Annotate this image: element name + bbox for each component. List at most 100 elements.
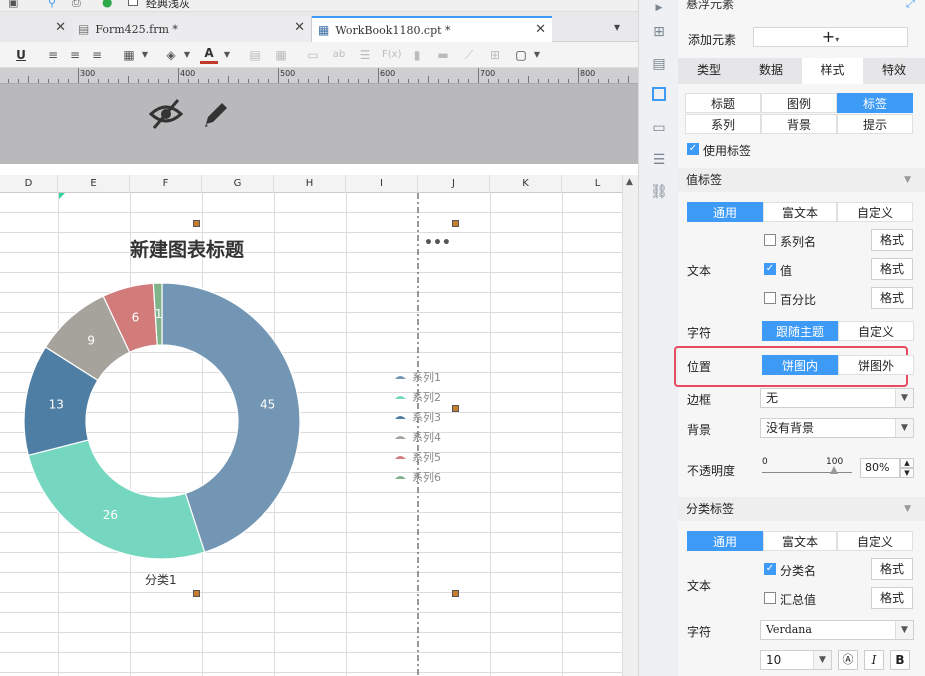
slash-icon[interactable]: ⟋ (460, 46, 478, 64)
opacity-slider-thumb[interactable] (830, 466, 838, 474)
legend-label[interactable]: 系列5 (412, 450, 441, 464)
tab-style[interactable]: 样式 (802, 58, 863, 84)
chevron-down-icon[interactable]: ▼ (528, 46, 546, 64)
resize-handle[interactable] (452, 590, 459, 597)
chevron-down-icon[interactable]: ▼ (813, 651, 831, 669)
value-checkbox[interactable]: ✓ (764, 263, 776, 275)
chevron-down-icon[interactable]: ▼ (136, 46, 154, 64)
format-button[interactable]: 格式 (871, 229, 913, 251)
vertical-scrollbar[interactable]: ▲ (622, 175, 638, 676)
decrement-icon[interactable]: ▼ (900, 468, 914, 478)
tab-type[interactable]: 类型 (678, 58, 740, 84)
column-header-d[interactable]: D (0, 175, 58, 193)
font-size-select[interactable]: 10 ▼ (760, 650, 832, 670)
add-element-button[interactable]: +▾ (753, 27, 908, 47)
tab-data[interactable]: 数据 (740, 58, 802, 84)
legend-label[interactable]: 系列4 (412, 430, 441, 444)
resize-arrow-icon[interactable]: ⤢ (906, 0, 915, 11)
legend-label[interactable]: 系列2 (412, 390, 441, 404)
close-icon[interactable]: ✕ (294, 20, 305, 35)
list-icon[interactable]: ☰ (356, 46, 374, 64)
tab-previous[interactable]: ✕ (0, 16, 72, 42)
column-header-j[interactable]: J (418, 175, 490, 193)
chevron-down-icon[interactable]: ▼ (895, 419, 913, 437)
value-label-section[interactable]: 值标签 ▼ (678, 168, 925, 192)
widget-icon[interactable]: ▭ (650, 120, 668, 136)
subtab-title[interactable]: 标题 (685, 93, 761, 113)
value-mode-richtext[interactable]: 富文本 (763, 202, 837, 222)
pencil-icon[interactable] (200, 98, 232, 130)
sheet-grid[interactable]: 45 26 13 9 6 1 系列1 系列2 系列3 系列4 系列5 系列6 新建图表标题 分类1 … (0, 193, 622, 676)
tab-workbook1180[interactable]: ▦ WorkBook1180.cpt * ✕ (312, 16, 552, 42)
bold-button[interactable]: B (890, 650, 910, 670)
chevron-down-icon[interactable]: ▼ (895, 389, 913, 407)
scroll-up-icon[interactable]: ▲ (626, 177, 633, 187)
chevron-down-icon[interactable]: ▼ (218, 46, 236, 64)
image-icon[interactable]: ▬ (434, 46, 452, 64)
chart-icon[interactable]: ▮ (408, 46, 426, 64)
merge-icon[interactable]: ▤ (246, 46, 264, 64)
subtab-label[interactable]: 标签 (837, 93, 913, 113)
expand-icon[interactable]: ▶ (650, 0, 668, 16)
sum-value-checkbox[interactable] (764, 592, 776, 604)
category-mode-custom[interactable]: 自定义 (837, 531, 913, 551)
resize-handle[interactable] (452, 405, 459, 412)
column-header-i[interactable]: I (346, 175, 418, 193)
condition-icon[interactable]: ☰ (650, 152, 668, 168)
series-name-checkbox[interactable] (764, 234, 776, 246)
increment-icon[interactable]: ▲ (900, 458, 914, 468)
char-custom[interactable]: 自定义 (838, 321, 914, 341)
table-icon[interactable]: ▦ (272, 46, 290, 64)
chart-canvas[interactable]: 45 26 13 9 6 1 系列1 系列2 系列3 系列4 系列5 系列6 (0, 193, 622, 676)
legend-label[interactable]: 系列1 (412, 370, 441, 384)
hide-eye-icon[interactable] (148, 98, 184, 130)
text-icon[interactable]: ab (330, 46, 348, 64)
align-center-icon[interactable]: ≡ (66, 46, 84, 64)
formula-icon[interactable]: F(x) (382, 46, 401, 64)
italic-button[interactable]: I (864, 650, 884, 670)
donut-slice[interactable] (27, 439, 206, 560)
collapse-icon[interactable]: ▼ (904, 497, 911, 521)
opacity-input[interactable]: 80% (860, 458, 900, 478)
form-icon[interactable]: ▣ (8, 0, 18, 9)
tab-effects[interactable]: 特效 (863, 58, 925, 84)
background-select[interactable]: 没有背景 ▼ (760, 418, 914, 438)
position-outside[interactable]: 饼图外 (838, 355, 914, 375)
resize-handle[interactable] (193, 220, 200, 227)
column-header-g[interactable]: G (202, 175, 274, 193)
format-button[interactable]: 格式 (871, 558, 913, 580)
format-button[interactable]: 格式 (871, 587, 913, 609)
tab-menu-icon[interactable]: ▾ (614, 20, 620, 34)
preview-icon[interactable]: ⎙ (72, 0, 81, 10)
font-family-select[interactable]: Verdana ▼ (760, 620, 914, 640)
column-header-k[interactable]: K (490, 175, 562, 193)
opacity-slider-track[interactable] (762, 472, 852, 473)
chevron-down-icon[interactable]: ▼ (895, 621, 913, 639)
use-label-checkbox[interactable]: ✓ (687, 143, 699, 155)
float-element-icon[interactable] (652, 87, 666, 101)
classic-view-checkbox[interactable] (128, 0, 138, 6)
subtab-legend[interactable]: 图例 (761, 93, 837, 113)
tab-form425[interactable]: ▤ Form425.frm * ✕ (72, 16, 312, 42)
font-color-icon[interactable]: A (200, 46, 218, 64)
category-mode-general[interactable]: 通用 (687, 531, 763, 551)
char-follow-theme[interactable]: 跟随主题 (762, 321, 838, 341)
resize-handle[interactable] (452, 220, 459, 227)
chart-title[interactable]: 新建图表标题 (130, 235, 244, 262)
close-icon[interactable]: ✕ (55, 20, 66, 35)
category-label-section[interactable]: 分类标签 ▼ (678, 497, 925, 521)
textbox-icon[interactable]: ▭ (304, 46, 322, 64)
legend-label[interactable]: 系列6 (412, 470, 441, 484)
grid-icon[interactable]: ⊞ (486, 46, 504, 64)
percent-checkbox[interactable] (764, 292, 776, 304)
more-icon[interactable]: ••• (424, 235, 451, 251)
cell-attribute-icon[interactable]: ▤ (650, 56, 668, 72)
format-button[interactable]: 格式 (871, 287, 913, 309)
chevron-down-icon[interactable]: ▼ (178, 46, 196, 64)
format-button[interactable]: 格式 (871, 258, 913, 280)
align-right-icon[interactable]: ≡ (88, 46, 106, 64)
underline-icon[interactable]: U (12, 46, 30, 64)
category-name-checkbox[interactable]: ✓ (764, 563, 776, 575)
value-mode-custom[interactable]: 自定义 (837, 202, 913, 222)
column-header-h[interactable]: H (274, 175, 346, 193)
